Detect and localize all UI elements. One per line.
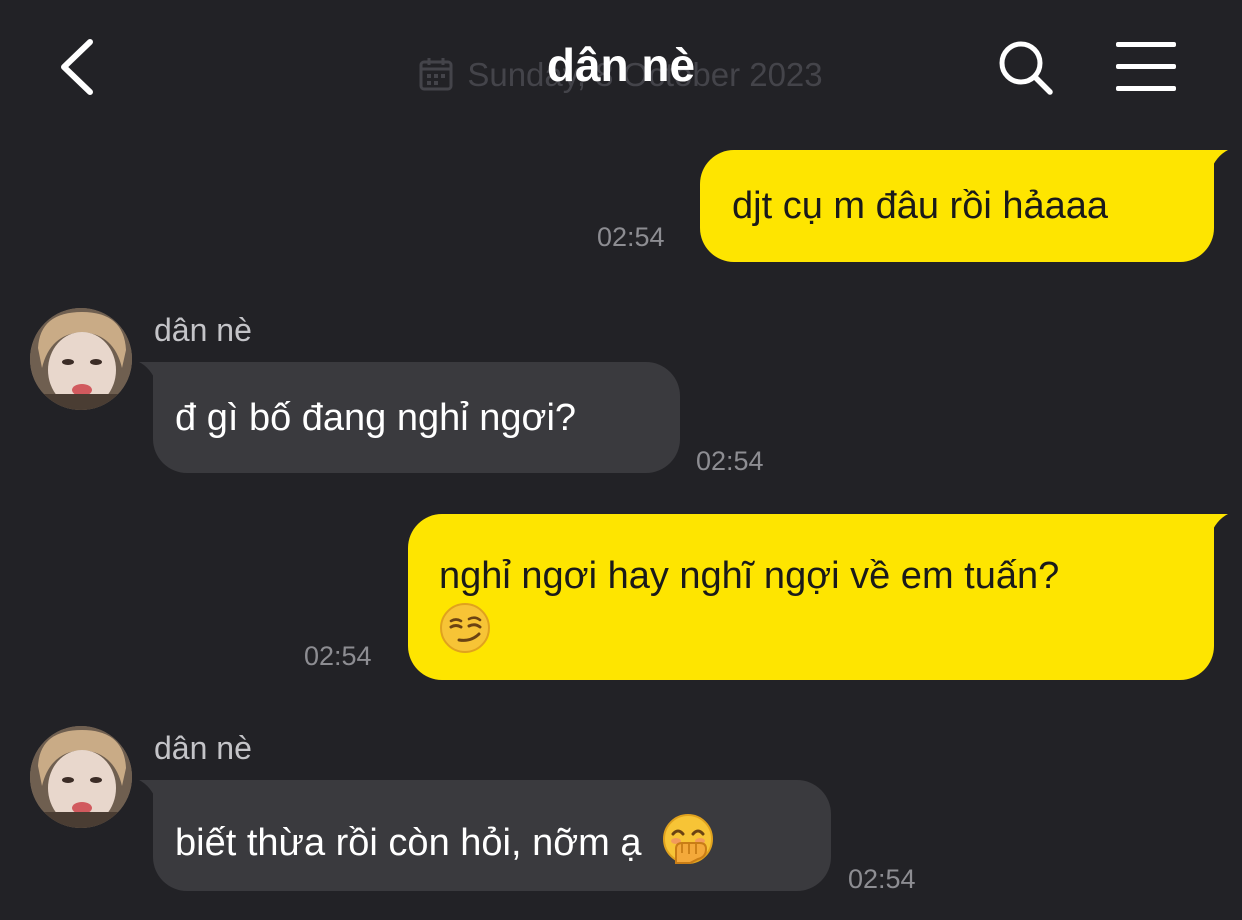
message-time: 02:54 bbox=[696, 446, 764, 476]
bubble-tail bbox=[139, 780, 165, 802]
message-text: biết thừa rồi còn hỏi, nỡm ạ bbox=[175, 822, 642, 864]
smirking-face-emoji bbox=[440, 603, 490, 653]
chat-header: Sunday, 8 October 2023 dân nè bbox=[0, 0, 1242, 140]
bubble-tail bbox=[139, 362, 165, 384]
sender-name: dân nè bbox=[154, 730, 252, 766]
avatar-photo bbox=[30, 726, 132, 828]
message-time: 02:54 bbox=[848, 864, 916, 894]
message-time: 02:54 bbox=[304, 641, 372, 671]
message-text: djt cụ m đâu rồi hảaaa bbox=[732, 185, 1109, 227]
sender-name: dân nè bbox=[154, 312, 252, 348]
incoming-message-bubble[interactable]: biết thừa rồi còn hỏi, nỡm ạ bbox=[139, 780, 831, 891]
chat-title: dân nè bbox=[546, 39, 696, 91]
incoming-message-bubble[interactable]: đ gì bố đang nghỉ ngơi? bbox=[139, 362, 680, 473]
message-time: 02:54 bbox=[597, 222, 665, 252]
avatar-photo bbox=[30, 308, 132, 410]
face-with-hand-over-mouth-emoji bbox=[663, 814, 714, 864]
bubble-tail bbox=[1202, 514, 1228, 536]
outgoing-message-bubble[interactable]: djt cụ m đâu rồi hảaaa bbox=[700, 150, 1228, 262]
bubble-tail bbox=[1202, 150, 1228, 172]
contact-avatar[interactable] bbox=[30, 308, 132, 410]
outgoing-message-bubble[interactable]: nghỉ ngơi hay nghĩ ngợi về em tuấn? bbox=[408, 514, 1228, 680]
message-text: nghỉ ngơi hay nghĩ ngợi về em tuấn? bbox=[439, 555, 1060, 597]
message-text: đ gì bố đang nghỉ ngơi? bbox=[175, 397, 577, 439]
contact-avatar[interactable] bbox=[30, 726, 132, 828]
